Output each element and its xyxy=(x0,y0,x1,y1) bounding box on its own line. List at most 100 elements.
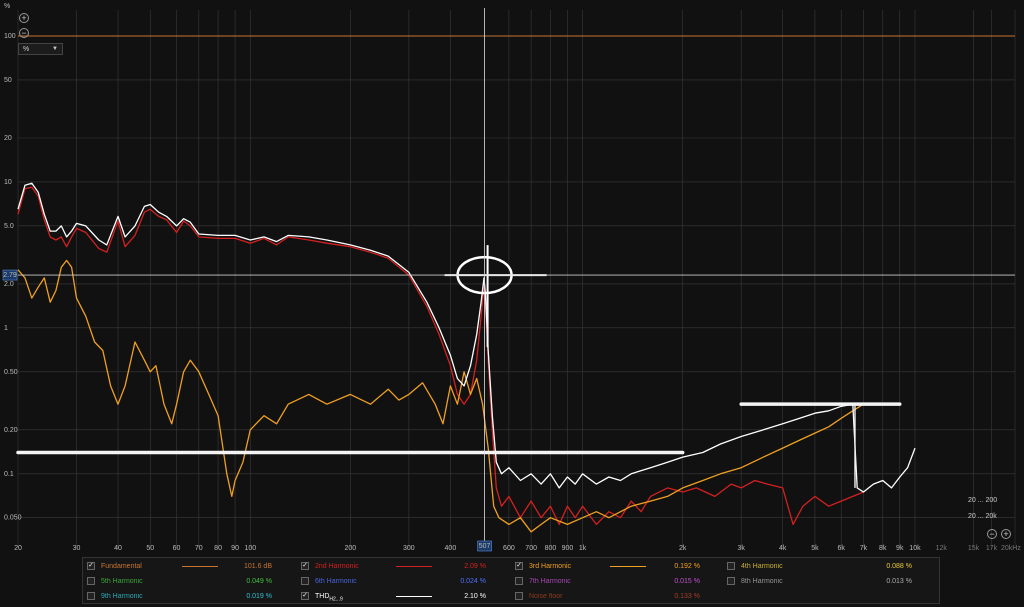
y-tick-label: 0.1 xyxy=(4,471,14,478)
chevron-down-icon: ▼ xyxy=(52,46,58,52)
legend-checkbox[interactable] xyxy=(727,577,735,585)
zoom-in-x-icon[interactable]: + xyxy=(1001,529,1011,539)
x-tick-label: 300 xyxy=(403,545,415,552)
zoom-range-top[interactable]: 20 ... 200 xyxy=(968,497,997,504)
x-tick-label: 400 xyxy=(445,545,457,552)
legend-value: 101.6 dB xyxy=(243,563,272,570)
x-tick-label: 600 xyxy=(503,545,515,552)
legend-label: Fundamental xyxy=(101,563,142,570)
legend-row: 9th Harmonic 0.019 % ✓ THDH2...9 2.10 % Noise… xyxy=(83,589,939,604)
legend-label: 7th Harmonic xyxy=(529,578,571,585)
legend-value: 0.088 % xyxy=(886,563,912,570)
y-tick-label: 20 xyxy=(4,135,12,142)
x-tick-label: 200 xyxy=(344,545,356,552)
x-tick-label: 6k xyxy=(838,545,846,552)
legend-value: 0.015 % xyxy=(674,578,700,585)
legend-row: 5th Harmonic 0.049 % 6th Harmonic 0.024 % 7t… xyxy=(83,574,939,589)
x-tick-label: 90 xyxy=(231,545,239,552)
legend-checkbox[interactable]: ✓ xyxy=(515,562,523,570)
legend-value: 2.09 % xyxy=(464,563,486,570)
legend-label-sub: H2...9 xyxy=(329,596,343,603)
legend-checkbox[interactable] xyxy=(515,577,523,585)
x-tick-label: 4k xyxy=(779,545,787,552)
legend-checkbox[interactable]: ✓ xyxy=(301,592,309,600)
unit-select-value: % xyxy=(23,46,30,53)
x-tick-label: 20 xyxy=(14,545,22,552)
x-tick-label: 2k xyxy=(679,545,687,552)
x-tick-label: 700 xyxy=(525,545,537,552)
legend-item-7th-harmonic[interactable]: 7th Harmonic 0.015 % xyxy=(515,574,720,589)
distortion-chart[interactable]: 100 50 20 10 5.0 2.0 1 0.50 0.20 0.1 0.050 20 30 40 5… xyxy=(0,0,1024,556)
y-tick-label: 0.20 xyxy=(4,427,18,434)
x-tick-label: 12k xyxy=(936,545,948,552)
legend-label: 4th Harmonic xyxy=(741,563,783,570)
zoom-out-x-icon[interactable]: − xyxy=(987,529,997,539)
x-tick-label: 7k xyxy=(860,545,868,552)
zoom-in-y-icon[interactable]: + xyxy=(19,13,29,23)
x-tick-label: 3k xyxy=(737,545,745,552)
legend-item-5th-harmonic[interactable]: 5th Harmonic 0.049 % xyxy=(87,574,292,589)
legend-item-2nd-harmonic[interactable]: ✓ 2nd Harmonic 2.09 % xyxy=(301,559,506,574)
legend-item-8th-harmonic[interactable]: 8th Harmonic 0.013 % xyxy=(727,574,932,589)
legend-value: 0.049 % xyxy=(246,578,272,585)
legend-checkbox[interactable] xyxy=(87,592,95,600)
legend-item-4th-harmonic[interactable]: 4th Harmonic 0.088 % xyxy=(727,559,932,574)
legend-panel: ✓ Fundamental 101.6 dB ✓ 2nd Harmonic 2.09 % ✓… xyxy=(82,557,940,604)
x-tick-label: 5k xyxy=(811,545,819,552)
cursor-x-value: 507 xyxy=(479,543,491,550)
x-tick-label: 900 xyxy=(562,545,574,552)
legend-value: 0.019 % xyxy=(246,593,272,600)
legend-label: THDH2...9 xyxy=(315,593,343,603)
legend-item-thd[interactable]: ✓ THDH2...9 2.10 % xyxy=(301,589,506,604)
legend-value: 0.133 % xyxy=(674,593,700,600)
legend-label: 8th Harmonic xyxy=(741,578,783,585)
y-tick-label: 0.50 xyxy=(4,369,18,376)
x-tick-label: 20kHz xyxy=(1001,545,1021,552)
y-tick-label: 100 xyxy=(4,33,16,40)
zoom-out-y-icon[interactable]: − xyxy=(19,28,29,38)
x-tick-label: 70 xyxy=(195,545,203,552)
x-tick-label: 80 xyxy=(214,545,222,552)
legend-value: 0.024 % xyxy=(460,578,486,585)
x-tick-label: 60 xyxy=(173,545,181,552)
legend-label: 3rd Harmonic xyxy=(529,563,572,570)
x-tick-label: 30 xyxy=(73,545,81,552)
legend-checkbox[interactable] xyxy=(301,577,309,585)
legend-item-6th-harmonic[interactable]: 6th Harmonic 0.024 % xyxy=(301,574,506,589)
y-unit-label: % xyxy=(4,3,10,10)
y-tick-label: 50 xyxy=(4,77,12,84)
legend-label: 2nd Harmonic xyxy=(315,563,359,570)
x-tick-label: 17k xyxy=(986,545,998,552)
legend-label: Noise floor xyxy=(529,593,563,600)
legend-item-9th-harmonic[interactable]: 9th Harmonic 0.019 % xyxy=(87,589,292,604)
legend-item-noise-floor[interactable]: Noise floor 0.133 % xyxy=(515,589,720,604)
legend-checkbox[interactable] xyxy=(727,562,735,570)
zoom-range-bottom[interactable]: 20 ... 20k xyxy=(968,513,997,520)
x-tick-label: 15k xyxy=(968,545,980,552)
legend-label: 9th Harmonic xyxy=(101,593,143,600)
y-tick-label: 0.050 xyxy=(4,515,22,522)
x-tick-label: 40 xyxy=(114,545,122,552)
legend-checkbox[interactable]: ✓ xyxy=(87,562,95,570)
y-tick-label: 1 xyxy=(4,325,8,332)
x-tick-label: 9k xyxy=(896,545,904,552)
legend-item-fundamental[interactable]: ✓ Fundamental 101.6 dB xyxy=(87,559,292,574)
x-tick-label: 800 xyxy=(545,545,557,552)
y-tick-label: 5.0 xyxy=(4,223,14,230)
cursor-y-value: 2.79 xyxy=(3,272,17,279)
legend-checkbox[interactable] xyxy=(87,577,95,585)
x-tick-label: 1k xyxy=(579,545,587,552)
y-tick-label: 10 xyxy=(4,179,12,186)
legend-checkbox[interactable]: ✓ xyxy=(301,562,309,570)
legend-checkbox[interactable] xyxy=(515,592,523,600)
x-tick-label: 100 xyxy=(244,545,256,552)
y-tick-label: 2.0 xyxy=(4,281,14,288)
x-tick-label: 10k xyxy=(909,545,921,552)
unit-select[interactable]: % ▼ xyxy=(18,43,63,55)
x-tick-label: 8k xyxy=(879,545,887,552)
legend-label: 5th Harmonic xyxy=(101,578,143,585)
x-tick-label: 50 xyxy=(146,545,154,552)
legend-item-3rd-harmonic[interactable]: ✓ 3rd Harmonic 0.192 % xyxy=(515,559,720,574)
legend-value: 2.10 % xyxy=(464,593,486,600)
legend-row: ✓ Fundamental 101.6 dB ✓ 2nd Harmonic 2.09 % ✓… xyxy=(83,559,939,574)
